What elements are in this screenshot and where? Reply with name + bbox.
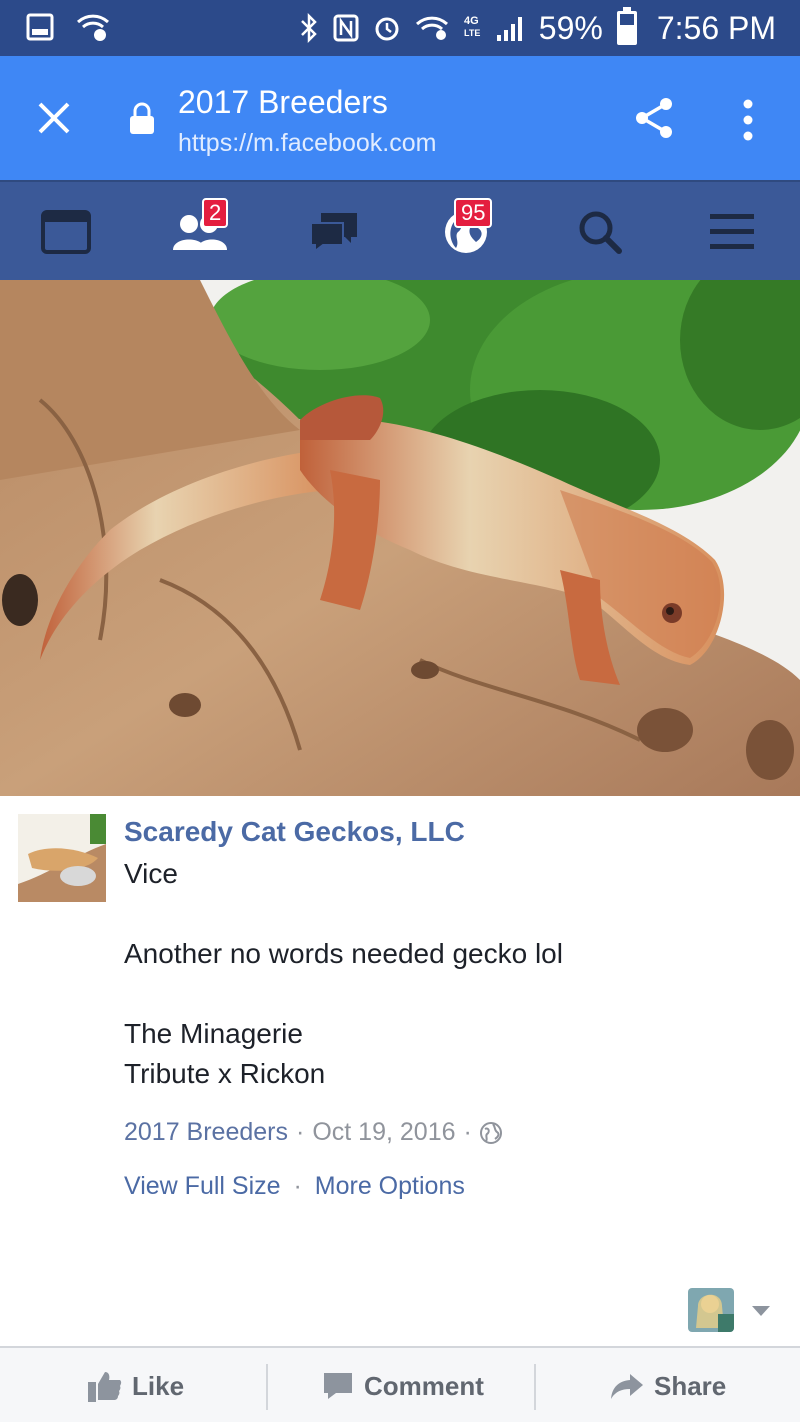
search-tab[interactable]	[566, 198, 634, 266]
battery-icon	[616, 7, 637, 45]
view-full-size-link[interactable]: View Full Size	[124, 1172, 281, 1200]
author-name[interactable]: Scaredy Cat Geckos, LLC	[124, 816, 465, 848]
comment-icon	[324, 1373, 352, 1399]
messages-icon	[310, 213, 357, 253]
news-feed-tab[interactable]	[32, 198, 100, 266]
gecko-avatar-image	[18, 814, 106, 902]
more-options-link[interactable]: More Options	[315, 1172, 465, 1200]
album-link[interactable]: 2017 Breeders	[124, 1118, 288, 1147]
photo-caption: Scaredy Cat Geckos, LLC Vice Another no …	[0, 796, 800, 1346]
user-profile-image	[688, 1288, 734, 1332]
friend-requests-tab[interactable]: 2	[166, 198, 234, 266]
thumbs-up-icon	[88, 1372, 122, 1402]
action-divider	[534, 1364, 536, 1410]
caption-line-4: Tribute x Rickon	[124, 1058, 326, 1089]
lock-icon	[130, 102, 154, 134]
notifications-badge: 95	[454, 198, 493, 228]
gecko-photo-image	[0, 280, 800, 796]
share-icon[interactable]	[632, 96, 676, 140]
like-button[interactable]: Like	[88, 1348, 184, 1422]
acting-as-avatar[interactable]	[688, 1288, 734, 1332]
share-label: Share	[654, 1370, 727, 1401]
menu-tab[interactable]	[698, 198, 766, 266]
nfc-icon	[333, 14, 359, 42]
like-label: Like	[132, 1370, 185, 1401]
links-separator: ·	[293, 1172, 302, 1200]
facebook-nav-bar: 2 95	[0, 180, 800, 280]
author-avatar[interactable]	[18, 814, 106, 902]
news-feed-icon	[41, 210, 91, 254]
photo-links: View Full Size · More Options	[124, 1172, 465, 1201]
lte-icon: 4GLTE	[464, 15, 480, 38]
share-button[interactable]: Share	[610, 1348, 726, 1422]
caption-line-3: The Minagerie	[124, 1018, 303, 1049]
svg-text:4G: 4G	[464, 15, 479, 27]
meta-separator: ·	[296, 1118, 305, 1146]
svg-text:LTE: LTE	[464, 28, 480, 38]
hamburger-icon	[710, 214, 754, 249]
caption-line-2: Another no words needed gecko lol	[124, 938, 563, 969]
action-bar: Like Comment Share	[0, 1346, 800, 1422]
comment-button[interactable]: Comment	[322, 1348, 484, 1422]
messages-tab[interactable]	[300, 198, 368, 266]
signal-icon	[496, 17, 522, 41]
post-meta: 2017 Breeders · Oct 19, 2016 ·	[124, 1118, 502, 1147]
bluetooth-icon	[300, 13, 317, 43]
friend-requests-badge: 2	[202, 198, 229, 228]
page-title: 2017 Breeders	[178, 84, 388, 120]
battery-percent: 59%	[538, 9, 603, 46]
image-icon	[26, 13, 54, 41]
notifications-tab[interactable]: 95	[432, 198, 500, 266]
comment-label: Comment	[364, 1370, 484, 1401]
wifi-question-icon	[76, 14, 110, 41]
custom-tab-toolbar: 2017 Breeders https://m.facebook.com	[0, 56, 800, 180]
more-vert-icon[interactable]	[736, 96, 760, 144]
share-arrow-icon	[611, 1374, 643, 1399]
chevron-down-icon[interactable]	[752, 1306, 770, 1316]
post-photo[interactable]	[0, 280, 800, 796]
alarm-icon	[375, 17, 399, 41]
caption-line-1: Vice	[124, 858, 178, 889]
clock: 7:56 PM	[656, 9, 776, 46]
search-icon	[579, 211, 622, 254]
action-divider	[266, 1364, 268, 1410]
status-bar: 4G LTE 59% 7:56 PM	[0, 0, 800, 56]
globe-privacy-icon	[479, 1121, 502, 1144]
page-url: https://m.facebook.com	[178, 129, 437, 157]
post-date[interactable]: Oct 19, 2016	[312, 1118, 455, 1147]
meta-separator: ·	[463, 1118, 472, 1146]
close-icon[interactable]	[36, 100, 72, 136]
wifi-icon	[415, 16, 448, 40]
